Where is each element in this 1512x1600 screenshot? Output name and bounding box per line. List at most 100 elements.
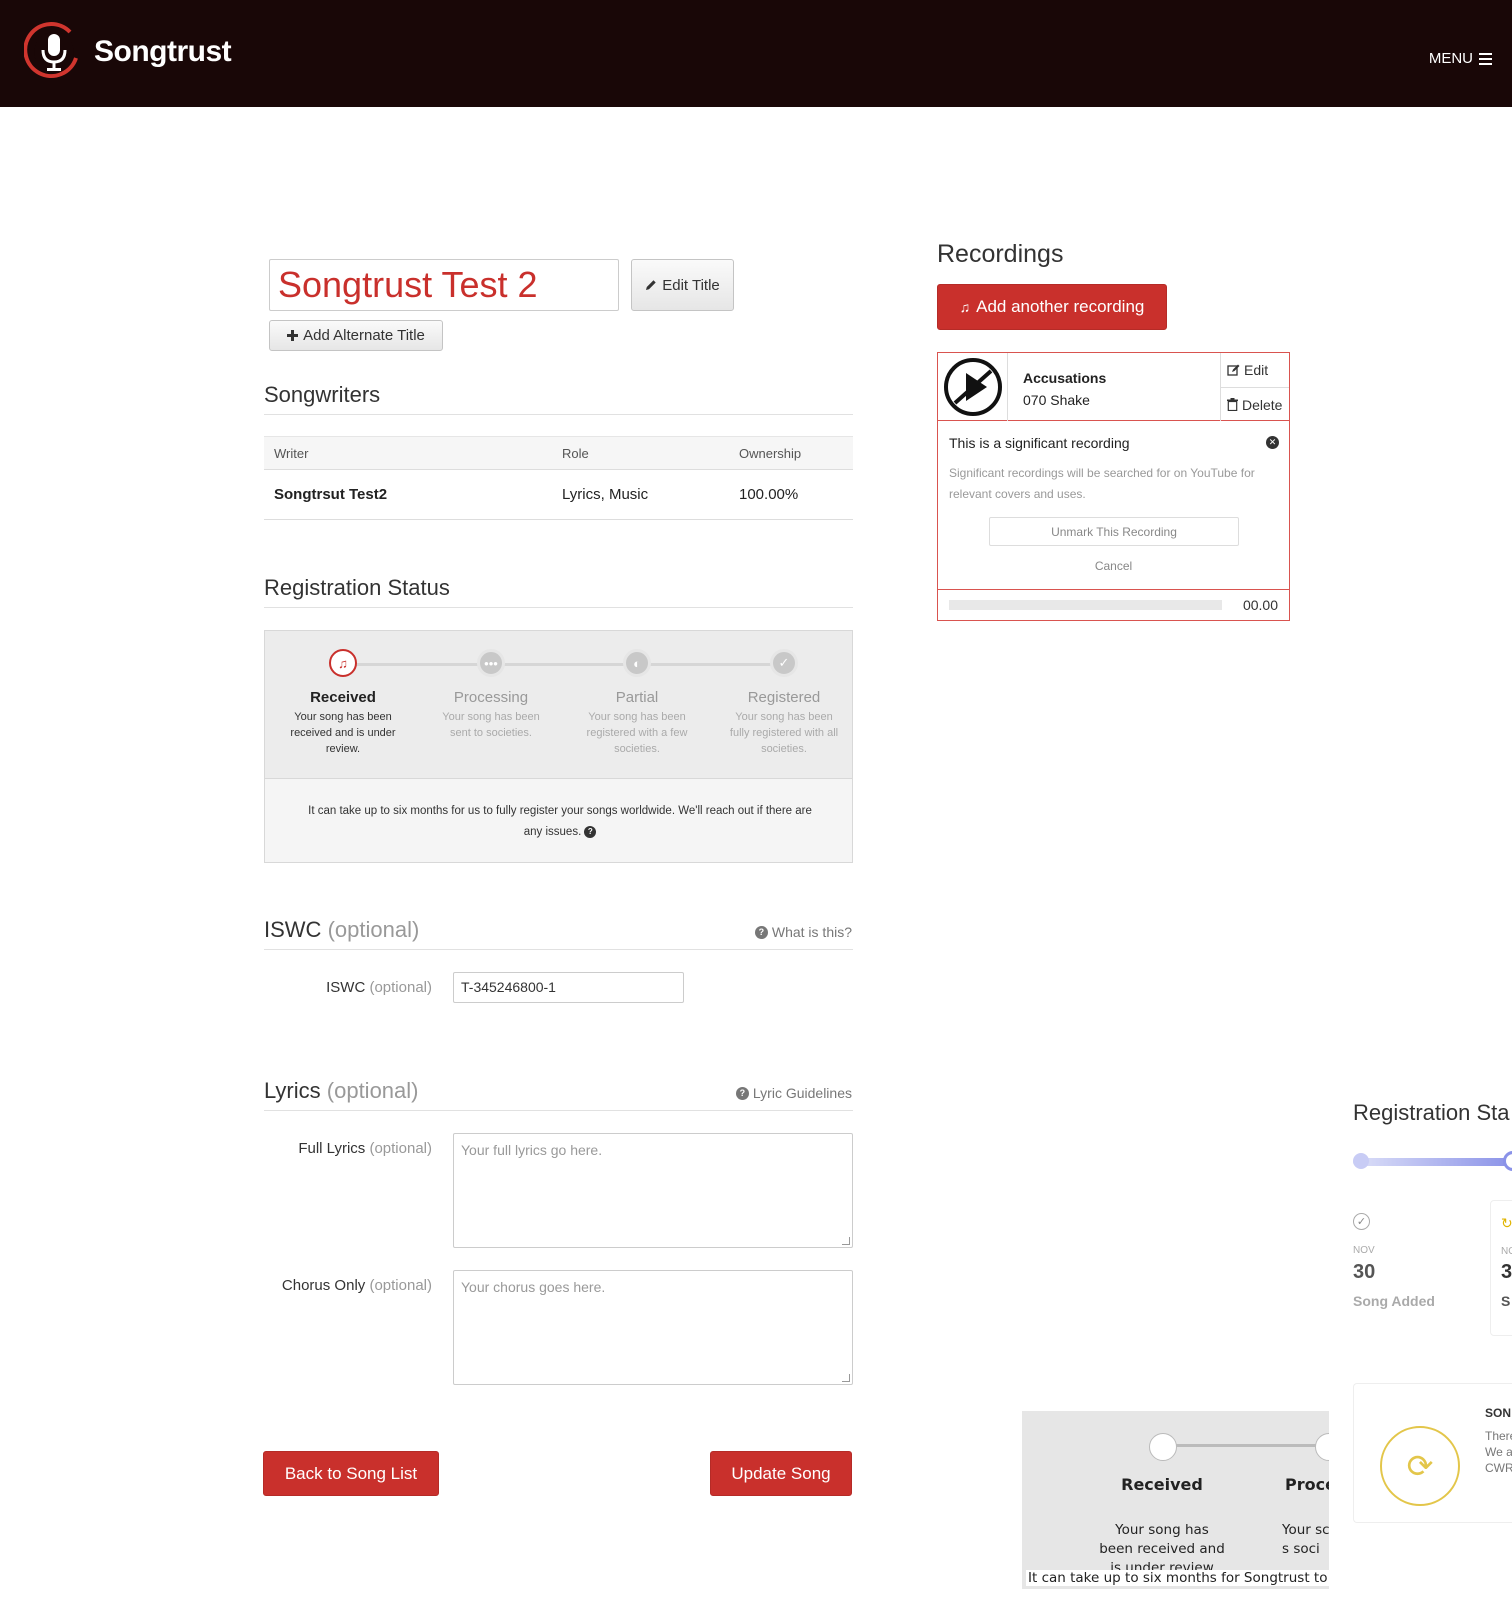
back-to-song-list-button[interactable]: Back to Song List [263,1451,439,1496]
event-month: NOV [1353,1245,1375,1256]
song-title-field[interactable]: Songtrust Test 2 [269,259,619,311]
event-day: 30 [1353,1261,1376,1283]
step-title: Registered [747,689,821,706]
significant-title: This is a significant recording [949,435,1130,451]
iswc-input[interactable]: T-345246800-1 [453,972,684,1003]
recording-header: Accusations 070 Shake Edit Delete [938,353,1289,421]
add-alternate-title-button[interactable]: Add Alternate Title [269,320,443,351]
column-writer: Writer [274,445,309,461]
resize-handle[interactable] [842,1374,850,1382]
check-icon: ✓ [770,649,798,677]
sync-icon: ⟳ [1380,1426,1460,1506]
iswc-divider [264,949,853,950]
question-icon[interactable]: ? [584,825,597,838]
registration-divider [264,607,853,608]
delete-recording-button[interactable]: Delete [1221,387,1289,421]
iswc-help-link[interactable]: ? What is this? [754,924,852,940]
cancel-link: Cancel [938,559,1289,573]
songwriters-heading: Songwriters [264,382,381,407]
lyrics-divider [264,1110,853,1111]
song-status-text: There make We a detai CWR [1485,1429,1512,1475]
event-month: NO [1501,1246,1512,1257]
lyrics-heading-label: Lyrics [264,1078,321,1103]
registration-note-text: It can take up to six months for us to f… [308,805,812,838]
top-navbar: Songtrust MENU [0,0,1512,107]
resize-handle[interactable] [842,1237,850,1245]
song-status-heading: SON [1485,1406,1512,1420]
songwriters-divider [264,414,853,415]
full-lyrics-textarea[interactable]: Your full lyrics go here. [453,1133,853,1248]
step-registered: ✓ Registered Your song has been fully re… [724,649,844,757]
step-dot [1315,1433,1329,1461]
recording-artist: 070 Shake [1023,392,1090,408]
plus-icon [287,330,299,341]
iswc-help-label: What is this? [771,924,852,940]
event-day: 3 [1501,1261,1512,1283]
recordings-heading: Recordings [937,240,1064,268]
step-title: Processing [453,689,529,706]
step-title: Proce [1285,1475,1329,1494]
ellipsis-icon: ••• [477,649,505,677]
unmark-recording-button[interactable]: Unmark This Recording [989,517,1239,546]
music-icon: ♫ [959,299,971,315]
timeline-current-dot [1503,1151,1512,1171]
brand-name: Songtrust [94,35,232,68]
step-partial: ◐ Partial Your song has been registered … [577,649,697,757]
add-recording-button[interactable]: ♫ Add another recording [937,284,1167,330]
delete-recording-label: Delete [1242,396,1283,413]
recording-actions: Edit Delete [1220,353,1289,421]
music-note-icon: ♫ [329,649,357,677]
timeline-start-dot [1353,1153,1369,1169]
writer-ownership: 100.00% [739,486,799,503]
cancel-label[interactable]: Cancel [1095,559,1132,573]
pencil-icon [646,280,656,290]
songtrust-logo[interactable]: Songtrust [24,22,232,82]
edit-icon [1227,364,1240,376]
registration-status-panel: ♫ Received Your song has been received a… [264,630,853,863]
iswc-field-label-text: ISWC [326,979,366,996]
chorus-placeholder: Your chorus goes here. [461,1279,606,1295]
step-desc: Your song has been fully registered with… [729,711,839,755]
microphone-logo-icon [24,22,78,78]
registration-note: It can take up to six months for us to f… [305,801,815,843]
recording-player: 00.00 [938,589,1289,620]
overlay-registration-heading: Registration Sta [1353,1100,1510,1125]
playback-progress-bar[interactable] [949,600,1222,610]
step-title: Partial [615,689,659,706]
refresh-icon: ↻ [1501,1215,1512,1231]
overlay-song-status-card: ⟳ SON There make We a detai CWR [1353,1383,1512,1523]
step-received: ♫ Received Your song has been received a… [283,649,403,757]
update-song-button[interactable]: Update Song [710,1451,852,1496]
question-icon: ? [735,1086,749,1100]
lyrics-heading: Lyrics (optional) [264,1078,418,1104]
significant-description: Significant recordings will be searched … [949,466,1255,501]
add-alternate-title-label: Add Alternate Title [303,327,425,344]
menu-button[interactable]: MENU [1429,50,1492,67]
step-desc: Your song has been received and is under… [290,711,396,755]
column-ownership: Ownership [739,445,802,461]
recording-card: Accusations 070 Shake Edit Delete This i… [937,352,1290,621]
playback-time: 00.00 [1242,597,1278,613]
chorus-textarea[interactable]: Your chorus goes here. [453,1270,853,1385]
half-circle-icon: ◐ [623,649,651,677]
step-title: Received [310,689,376,706]
edit-recording-label: Edit [1244,362,1269,378]
close-icon[interactable]: ✕ [1266,436,1279,449]
step-desc: Your sc been s soci [1282,1522,1329,1557]
full-lyrics-label: Full Lyrics (optional) [250,1140,432,1157]
lyric-guidelines-link[interactable]: ? Lyric Guidelines [735,1085,852,1101]
step-dot [1149,1433,1177,1461]
progress-track [1162,1444,1329,1447]
iswc-field-optional: (optional) [369,979,432,996]
edit-title-button[interactable]: Edit Title [631,259,734,311]
chorus-optional: (optional) [369,1277,432,1294]
progress-track [343,663,773,666]
edit-recording-button[interactable]: Edit [1221,353,1289,387]
column-role: Role [562,445,589,461]
iswc-heading-label: ISWC [264,917,322,942]
timeline-track [1353,1158,1512,1166]
play-button[interactable] [938,353,1008,421]
hamburger-icon [1479,52,1492,65]
check-circle-icon: ✓ [1353,1213,1370,1230]
writer-name: Songtrsut Test2 [274,486,388,503]
